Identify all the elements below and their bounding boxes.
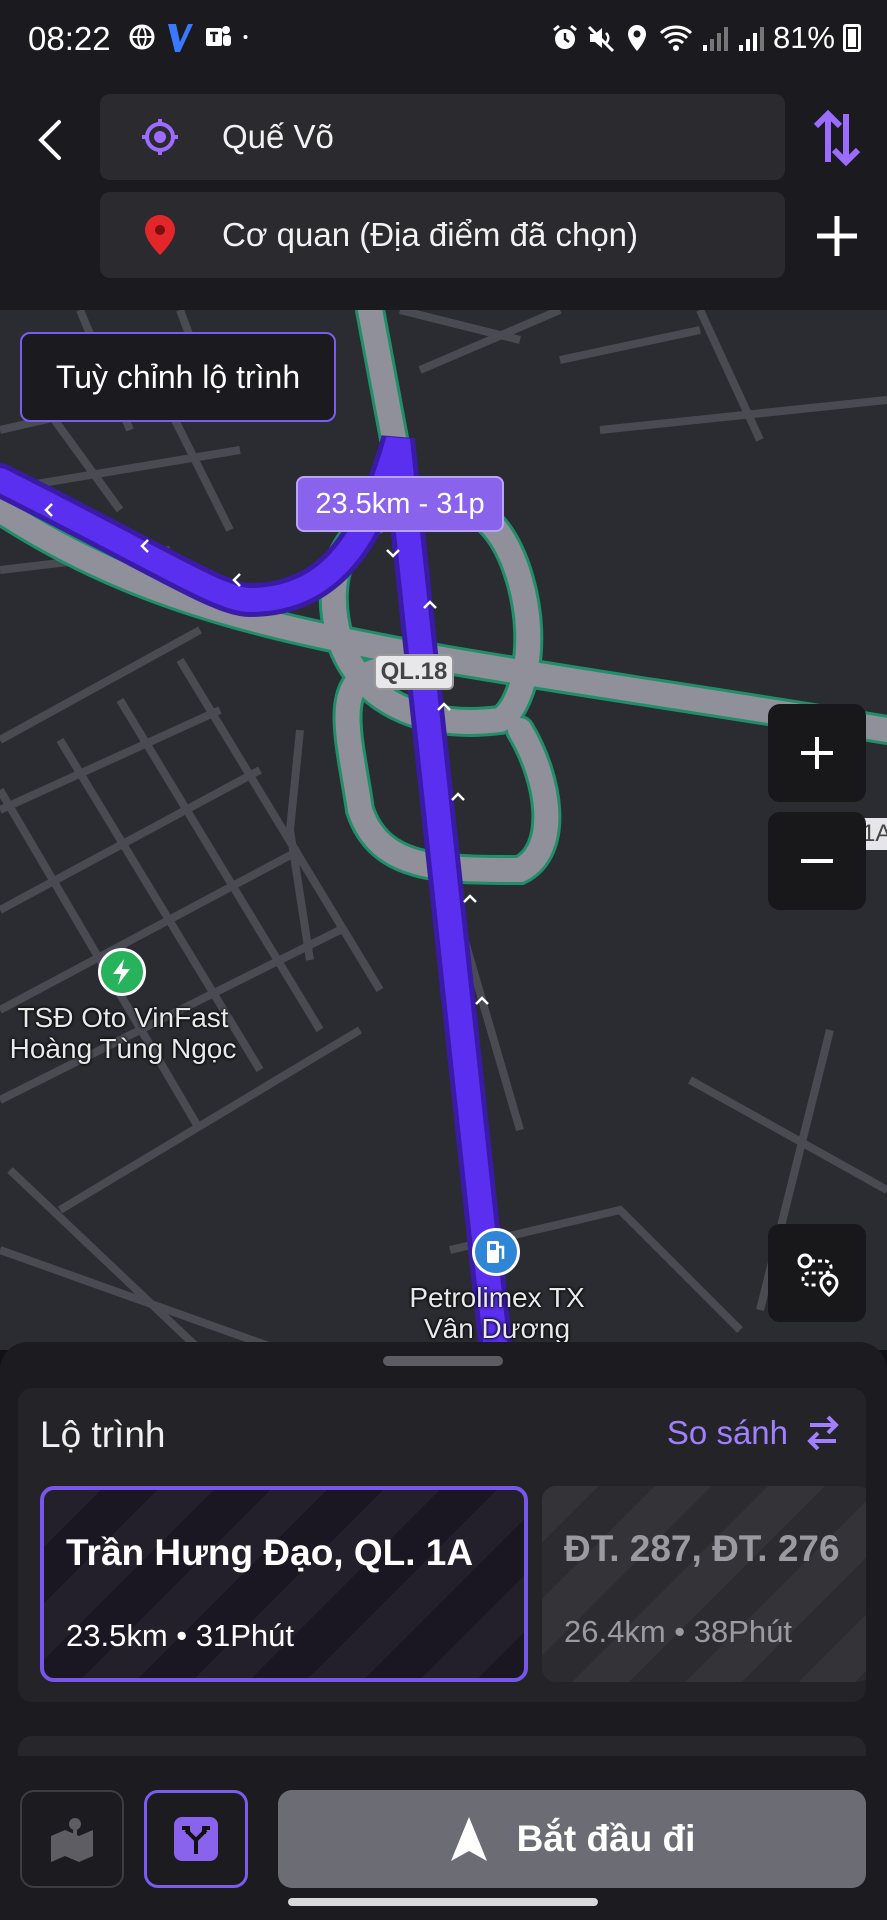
route-option-name: Trần Hưng Đạo, QL. 1A bbox=[66, 1532, 474, 1573]
map-view[interactable]: Tuỳ chỉnh lộ trình 23.5km - 31p QL.18 1A… bbox=[0, 310, 887, 1350]
route-sheet: Lộ trình So sánh Trần Hưng Đạo, QL. 1A 2… bbox=[0, 1342, 887, 1920]
fuel-pump-icon[interactable] bbox=[472, 1228, 520, 1276]
route-option-meta: 26.4km • 38Phút bbox=[564, 1614, 793, 1649]
route-distance: 26.4km bbox=[564, 1614, 666, 1649]
start-navigation-button[interactable]: Bắt đầu đi bbox=[278, 1790, 866, 1888]
v-app-icon bbox=[168, 24, 193, 52]
compare-label: So sánh bbox=[666, 1414, 788, 1451]
route-callout[interactable]: 23.5km - 31p bbox=[296, 476, 504, 532]
route-mode-button[interactable] bbox=[144, 1790, 248, 1888]
teams-icon bbox=[206, 26, 231, 46]
plus-icon bbox=[817, 216, 857, 256]
route-option-meta: 23.5km • 31Phút bbox=[66, 1618, 295, 1653]
battery-percent: 81% bbox=[772, 20, 835, 55]
swap-icon bbox=[813, 109, 861, 167]
sheet-divider bbox=[18, 1736, 866, 1756]
dot-icon bbox=[243, 35, 248, 39]
routes-panel: Lộ trình So sánh Trần Hưng Đạo, QL. 1A 2… bbox=[18, 1388, 866, 1702]
map-pin-on-map-icon bbox=[51, 1818, 93, 1862]
route-duration: 38Phút bbox=[693, 1614, 793, 1649]
route-header: Quế Võ Cơ quan (Địa điểm đã chọn) bbox=[0, 84, 887, 310]
road-shield: QL.18 bbox=[374, 654, 454, 690]
mute-icon bbox=[587, 25, 615, 53]
map-canvas bbox=[0, 310, 887, 1350]
swap-horizontal-icon bbox=[807, 1415, 839, 1451]
swap-button[interactable] bbox=[812, 109, 862, 167]
location-icon bbox=[627, 25, 646, 51]
battery-icon bbox=[843, 24, 861, 52]
origin-field[interactable]: Quế Võ bbox=[100, 94, 785, 180]
customize-route-button[interactable]: Tuỳ chỉnh lộ trình bbox=[20, 332, 336, 422]
alarm-icon bbox=[553, 24, 577, 49]
poi-label-vinfast[interactable]: TSĐ Oto VinFast Hoàng Tùng Ngọc bbox=[0, 1002, 246, 1064]
route-points-icon bbox=[797, 1253, 839, 1297]
start-label: Bắt đầu đi bbox=[516, 1818, 696, 1859]
destination-field[interactable]: Cơ quan (Địa điểm đã chọn) bbox=[100, 192, 785, 278]
ev-charger-icon[interactable] bbox=[98, 948, 146, 996]
bottom-action-bar: Bắt đầu đi bbox=[0, 1766, 887, 1920]
origin-text: Quế Võ bbox=[222, 118, 334, 155]
map-preview-button[interactable] bbox=[20, 1790, 124, 1888]
zoom-in-button[interactable] bbox=[768, 704, 866, 802]
destination-text: Cơ quan (Địa điểm đã chọn) bbox=[222, 216, 639, 253]
home-indicator[interactable] bbox=[288, 1898, 598, 1906]
fork-route-icon bbox=[174, 1817, 218, 1861]
route-duration: 31Phút bbox=[195, 1618, 295, 1653]
route-distance: 23.5km bbox=[66, 1618, 168, 1653]
navigation-arrow-icon bbox=[450, 1817, 487, 1861]
zoom-out-button[interactable] bbox=[768, 812, 866, 910]
route-option-card[interactable]: Trần Hưng Đạo, QL. 1A 23.5km • 31Phút bbox=[40, 1486, 528, 1682]
status-bar: 08:22 81% bbox=[0, 0, 887, 84]
sheet-handle[interactable] bbox=[383, 1356, 503, 1366]
compare-button[interactable]: So sánh bbox=[667, 1414, 840, 1452]
poi-label-petrolimex[interactable]: Petrolimex TX Vân Dương bbox=[376, 1282, 618, 1344]
minus-icon bbox=[801, 859, 833, 863]
route-line bbox=[0, 435, 513, 1350]
signal-icon bbox=[702, 27, 728, 51]
back-arrow-icon bbox=[38, 120, 61, 160]
plus-icon bbox=[801, 737, 833, 769]
location-target-icon bbox=[138, 115, 182, 159]
routes-title: Lộ trình bbox=[40, 1414, 166, 1455]
globe-icon bbox=[129, 24, 155, 50]
route-overview-button[interactable] bbox=[768, 1224, 866, 1322]
signal-icon bbox=[738, 27, 764, 51]
back-button[interactable] bbox=[28, 112, 72, 168]
wifi-icon bbox=[659, 25, 693, 51]
route-option-card[interactable]: ĐT. 287, ĐT. 276 26.4km • 38Phút bbox=[542, 1486, 866, 1682]
map-pin-icon bbox=[138, 213, 182, 257]
route-option-name: ĐT. 287, ĐT. 276 bbox=[564, 1528, 840, 1569]
add-stop-button[interactable] bbox=[812, 208, 862, 264]
status-time: 08:22 bbox=[28, 20, 111, 57]
